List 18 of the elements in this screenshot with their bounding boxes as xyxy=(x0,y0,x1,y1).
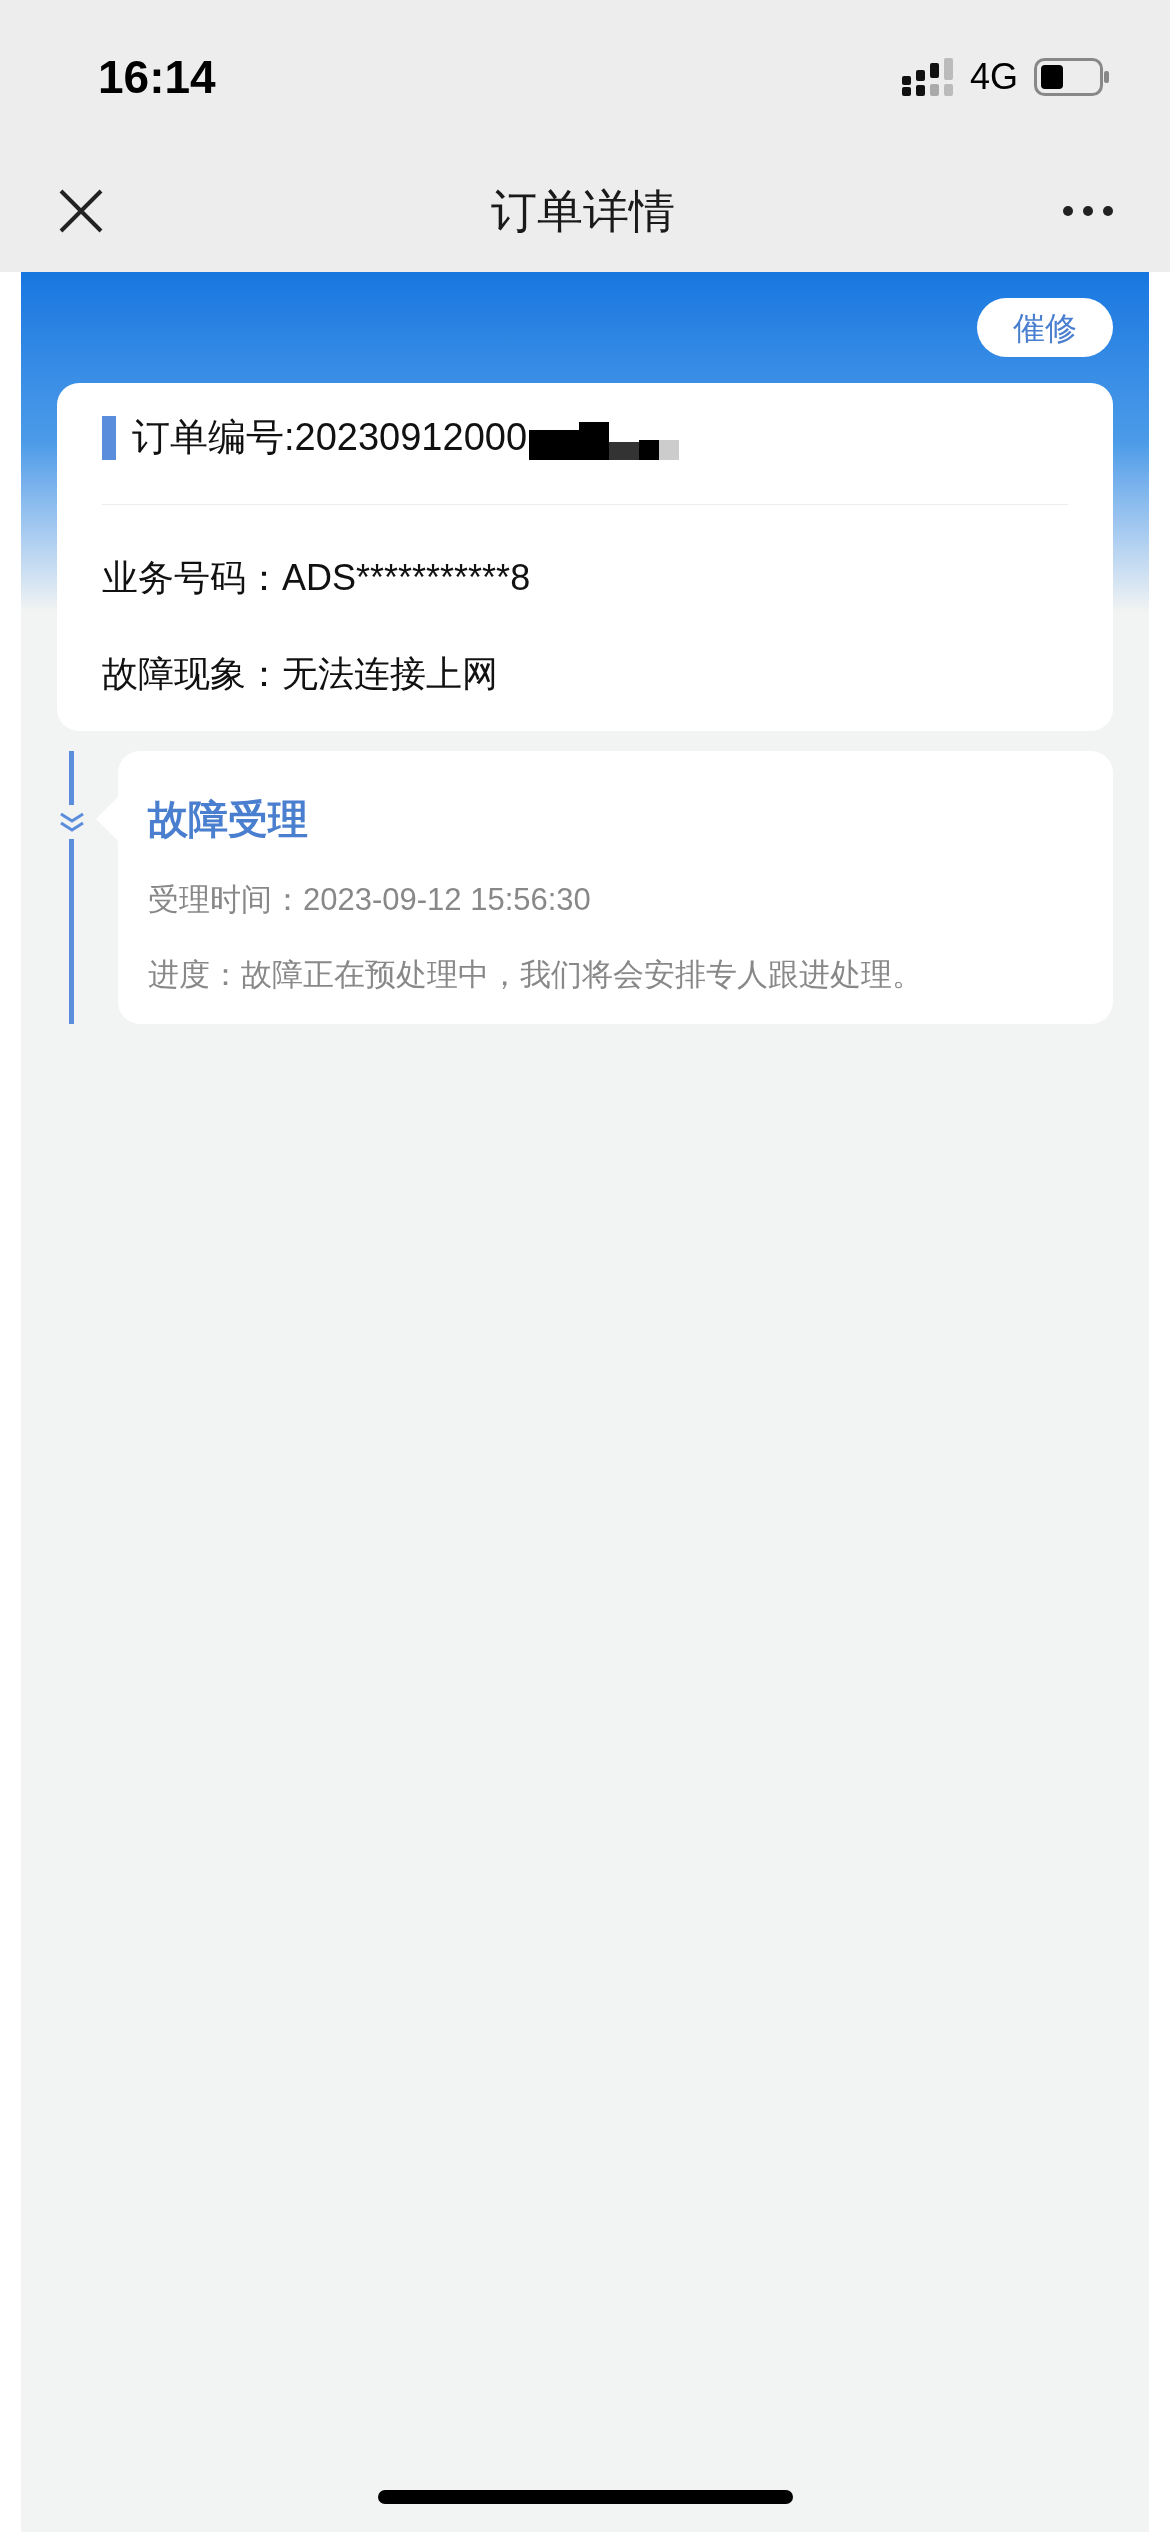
accent-bar xyxy=(102,415,116,460)
order-number: 订单编号:20230912000 xyxy=(132,415,528,460)
network-label: 4G xyxy=(969,55,1018,99)
urge-button[interactable]: 催修 xyxy=(977,298,1113,357)
step-time: 受理时间：2023-09-12 15:56:30 xyxy=(148,881,592,919)
signal-icon xyxy=(901,58,954,96)
step-title: 故障受理 xyxy=(148,796,309,843)
field-label: 业务号码： xyxy=(102,556,282,600)
double-chevron-icon xyxy=(59,811,85,833)
field-label: 故障现象： xyxy=(102,652,282,696)
step-description: 进度：故障正在预处理中，我们将会安排专人跟进处理。 xyxy=(148,955,924,994)
field-value: 无法连接上网 xyxy=(282,652,498,696)
status-time: 16:14 xyxy=(98,49,216,105)
page-title: 订单详情 xyxy=(491,183,675,239)
battery-icon xyxy=(1034,58,1110,96)
more-icon[interactable] xyxy=(1062,205,1114,217)
close-icon[interactable] xyxy=(58,188,104,234)
field-value: ADS***********8 xyxy=(282,556,531,600)
